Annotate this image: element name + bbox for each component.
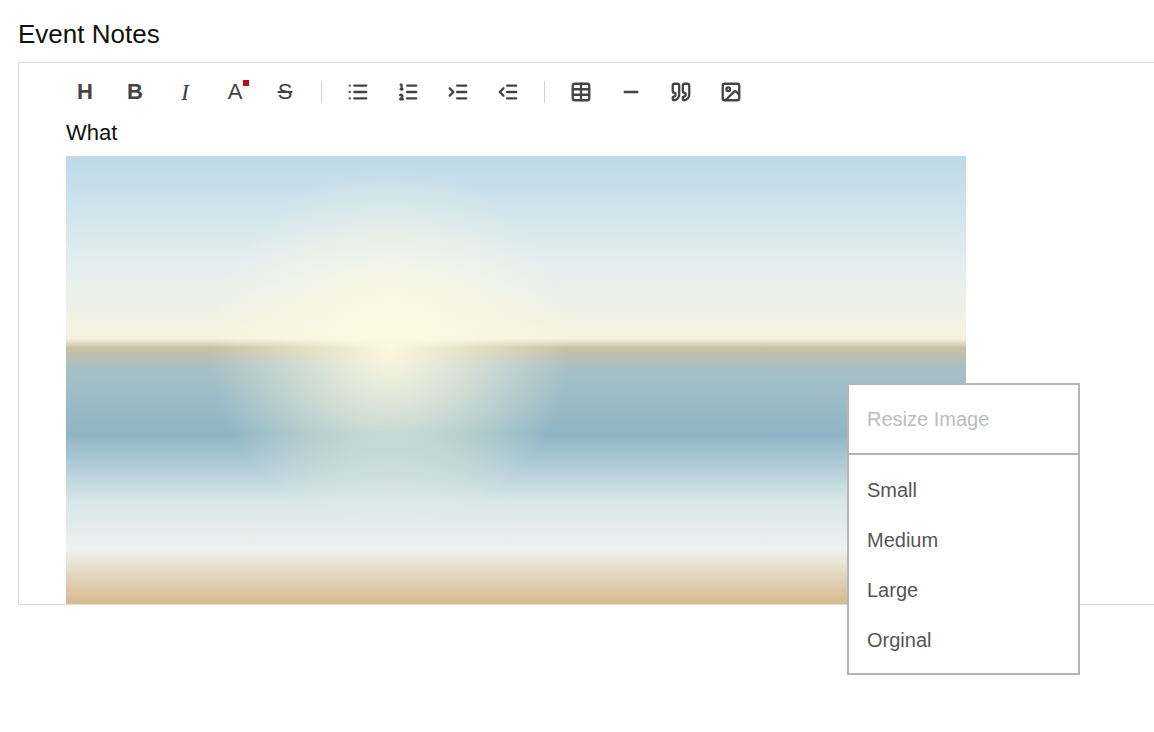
menu-item[interactable]: Large <box>849 565 1078 615</box>
numbered-list-icon <box>397 81 419 103</box>
toolbar-button[interactable]: H <box>60 77 110 107</box>
horizontal-rule-icon <box>620 81 642 103</box>
color-swatch <box>243 80 249 86</box>
toolbar-button[interactable] <box>483 77 533 107</box>
quote-icon <box>670 81 692 103</box>
photo[interactable] <box>66 156 966 605</box>
toolbar-button[interactable] <box>706 77 756 107</box>
menu-item[interactable]: Small <box>849 465 1078 515</box>
toolbar-button[interactable] <box>656 77 706 107</box>
menu-items: SmallMediumLargeOrginal <box>849 455 1078 673</box>
content-text: What <box>66 119 1154 147</box>
menu-divider <box>849 453 1078 455</box>
outdent-icon <box>497 81 519 103</box>
indent-icon <box>447 81 469 103</box>
context-menu: Resize ImageSmallMediumLargeOrginal <box>847 383 1080 675</box>
menu-item[interactable]: Medium <box>849 515 1078 565</box>
page: Event NotesHBIASWhatResize ImageSmallMed… <box>0 0 1154 732</box>
toolbar-button[interactable] <box>433 77 483 107</box>
toolbar-button[interactable]: I <box>160 77 210 107</box>
toolbar-button[interactable] <box>606 77 656 107</box>
text-color-icon: A <box>228 81 243 103</box>
toolbar-button[interactable] <box>383 77 433 107</box>
strikethrough-icon: S <box>278 81 293 103</box>
toolbar-separator <box>321 81 322 103</box>
heading-icon: H <box>77 81 93 103</box>
toolbar-separator <box>544 81 545 103</box>
toolbar-button[interactable]: S <box>260 77 310 107</box>
menu-item[interactable]: Orginal <box>849 615 1078 665</box>
menu-title: Resize Image <box>849 385 1078 453</box>
editor-toolbar: HBIAS <box>19 63 1154 107</box>
toolbar-button[interactable]: B <box>110 77 160 107</box>
bullet-list-icon <box>347 81 369 103</box>
image-icon <box>720 81 742 103</box>
bold-icon: B <box>127 81 143 103</box>
toolbar-button[interactable] <box>556 77 606 107</box>
table-icon <box>570 81 592 103</box>
toolbar-button[interactable]: A <box>210 77 260 107</box>
section-heading: Event Notes <box>0 0 1154 50</box>
toolbar-button[interactable] <box>333 77 383 107</box>
italic-icon: I <box>181 80 189 104</box>
